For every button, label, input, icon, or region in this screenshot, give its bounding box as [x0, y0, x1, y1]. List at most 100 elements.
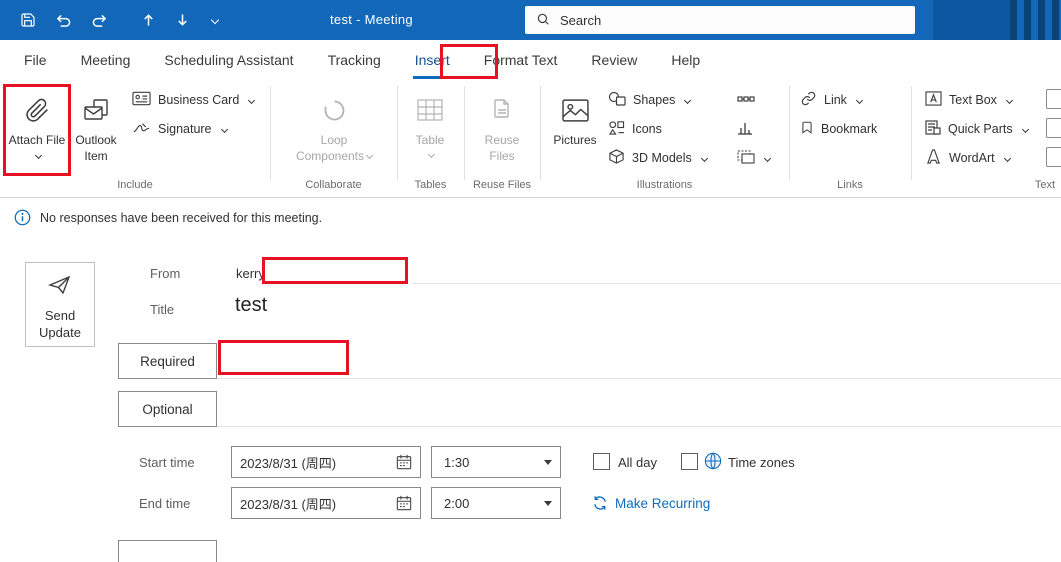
- chevron-down-icon: [365, 151, 374, 159]
- from-label: From: [150, 266, 181, 281]
- start-date-field[interactable]: 2023/8/31 (周四): [231, 446, 421, 478]
- 3d-models-label: 3D Models: [632, 151, 692, 165]
- bookmark-button[interactable]: Bookmark: [800, 118, 877, 140]
- group-label-collaborate: Collaborate: [305, 179, 362, 191]
- optional-button[interactable]: Optional: [118, 391, 217, 427]
- chart-button[interactable]: [737, 118, 753, 140]
- ribbon-button-partial[interactable]: [1046, 147, 1061, 167]
- icons-button[interactable]: Icons: [608, 118, 662, 140]
- undo-icon[interactable]: [55, 13, 72, 28]
- screenshot-button[interactable]: [737, 147, 772, 169]
- move-up-icon[interactable]: [141, 12, 156, 28]
- from-value[interactable]: kerry: [236, 266, 265, 281]
- tab-meeting[interactable]: Meeting: [79, 40, 133, 79]
- end-date-field[interactable]: 2023/8/31 (周四): [231, 487, 421, 519]
- shapes-button[interactable]: Shapes: [608, 89, 692, 111]
- required-button[interactable]: Required: [118, 343, 217, 379]
- signature-button[interactable]: Signature: [132, 118, 228, 140]
- tab-format-text[interactable]: Format Text: [482, 40, 560, 79]
- group-separator: [397, 86, 398, 180]
- wordart-button[interactable]: WordArt: [925, 147, 1011, 169]
- signature-icon: [132, 120, 151, 138]
- group-label-text: Text: [1034, 179, 1056, 191]
- chevron-down-icon: [220, 125, 228, 133]
- ribbon-button-partial[interactable]: [1046, 118, 1061, 138]
- quick-parts-label: Quick Parts: [948, 122, 1013, 136]
- all-day-checkbox[interactable]: [593, 453, 610, 470]
- text-box-icon: [925, 91, 942, 109]
- link-icon: [800, 91, 817, 109]
- end-time-combo[interactable]: 2:00: [431, 487, 561, 519]
- attach-file-label: Attach File: [8, 133, 66, 147]
- ribbon-insert: Attach File Outlook Item Business Card S…: [0, 79, 1061, 198]
- tab-review[interactable]: Review: [589, 40, 639, 79]
- smartart-button[interactable]: [737, 89, 755, 111]
- titlebar-decoration-stripes: [1010, 0, 1061, 40]
- titlebar: test - Meeting Search: [0, 0, 1061, 40]
- text-box-button[interactable]: Text Box: [925, 89, 1013, 111]
- pictures-button[interactable]: Pictures: [548, 87, 602, 175]
- business-card-button[interactable]: Business Card: [132, 89, 256, 111]
- window-title: test - Meeting: [330, 12, 413, 27]
- chevron-down-icon: [855, 96, 863, 104]
- time-zones-checkbox[interactable]: [681, 453, 698, 470]
- quick-access-toolbar: [20, 0, 220, 40]
- chevron-down-icon: [34, 151, 43, 159]
- make-recurring-link[interactable]: Make Recurring: [592, 495, 710, 511]
- titlebar-decoration: [933, 0, 1010, 40]
- group-separator: [270, 86, 271, 180]
- location-button-partial[interactable]: [118, 540, 217, 562]
- search-icon: [536, 12, 550, 29]
- start-time-combo[interactable]: 1:30: [431, 446, 561, 478]
- search-box[interactable]: Search: [525, 6, 915, 34]
- send-update-button[interactable]: Send Update: [25, 262, 95, 347]
- redo-icon[interactable]: [91, 13, 108, 28]
- calendar-icon[interactable]: [396, 454, 412, 470]
- loop-components-button[interactable]: Loop Components: [292, 87, 376, 175]
- reuse-files-button[interactable]: Reuse Files: [472, 87, 532, 175]
- bookmark-icon: [800, 120, 814, 138]
- customize-toolbar-chevron-icon[interactable]: [209, 15, 220, 25]
- dropdown-arrow-icon: [544, 459, 552, 465]
- chevron-down-icon: [700, 154, 708, 162]
- info-message: No responses have been received for this…: [40, 210, 323, 225]
- dropdown-arrow-icon: [544, 500, 552, 506]
- tab-insert[interactable]: Insert: [412, 40, 452, 79]
- chevron-down-icon: [684, 96, 692, 104]
- chevron-down-icon: [1005, 96, 1013, 104]
- save-icon[interactable]: [20, 12, 36, 28]
- move-down-icon[interactable]: [175, 12, 190, 28]
- outlook-item-button[interactable]: Outlook Item: [68, 87, 124, 175]
- outlook-item-label: Outlook Item: [75, 133, 117, 163]
- attach-file-button[interactable]: Attach File: [8, 87, 66, 175]
- table-grid-icon: [417, 87, 443, 133]
- calendar-icon[interactable]: [396, 495, 412, 511]
- title-label: Title: [150, 302, 175, 317]
- icons-label: Icons: [632, 122, 662, 136]
- 3d-models-button[interactable]: 3D Models: [608, 147, 708, 169]
- pictures-icon: [561, 87, 589, 133]
- title-value[interactable]: test: [235, 294, 267, 317]
- link-button[interactable]: Link: [800, 89, 863, 111]
- time-zones-label: Time zones: [728, 455, 795, 470]
- business-card-icon: [132, 91, 151, 109]
- chevron-down-icon: [1021, 125, 1029, 133]
- group-label-illustrations: Illustrations: [636, 179, 693, 191]
- chart-icon: [737, 121, 753, 138]
- chevron-down-icon: [763, 154, 772, 162]
- quick-parts-button[interactable]: Quick Parts: [925, 118, 1029, 140]
- loop-icon: [321, 87, 348, 133]
- chevron-down-icon: [248, 96, 256, 104]
- group-separator: [464, 86, 465, 180]
- tab-scheduling-assistant[interactable]: Scheduling Assistant: [162, 40, 295, 79]
- search-placeholder: Search: [560, 12, 602, 28]
- ribbon-button-partial[interactable]: [1046, 89, 1061, 109]
- tab-help[interactable]: Help: [669, 40, 702, 79]
- info-icon: [14, 209, 31, 226]
- tab-file[interactable]: File: [22, 40, 49, 79]
- tab-tracking[interactable]: Tracking: [326, 40, 383, 79]
- table-button[interactable]: Table: [404, 87, 456, 175]
- optional-label: Optional: [142, 401, 193, 417]
- wordart-icon: [925, 149, 942, 167]
- from-field-line: [412, 283, 1061, 284]
